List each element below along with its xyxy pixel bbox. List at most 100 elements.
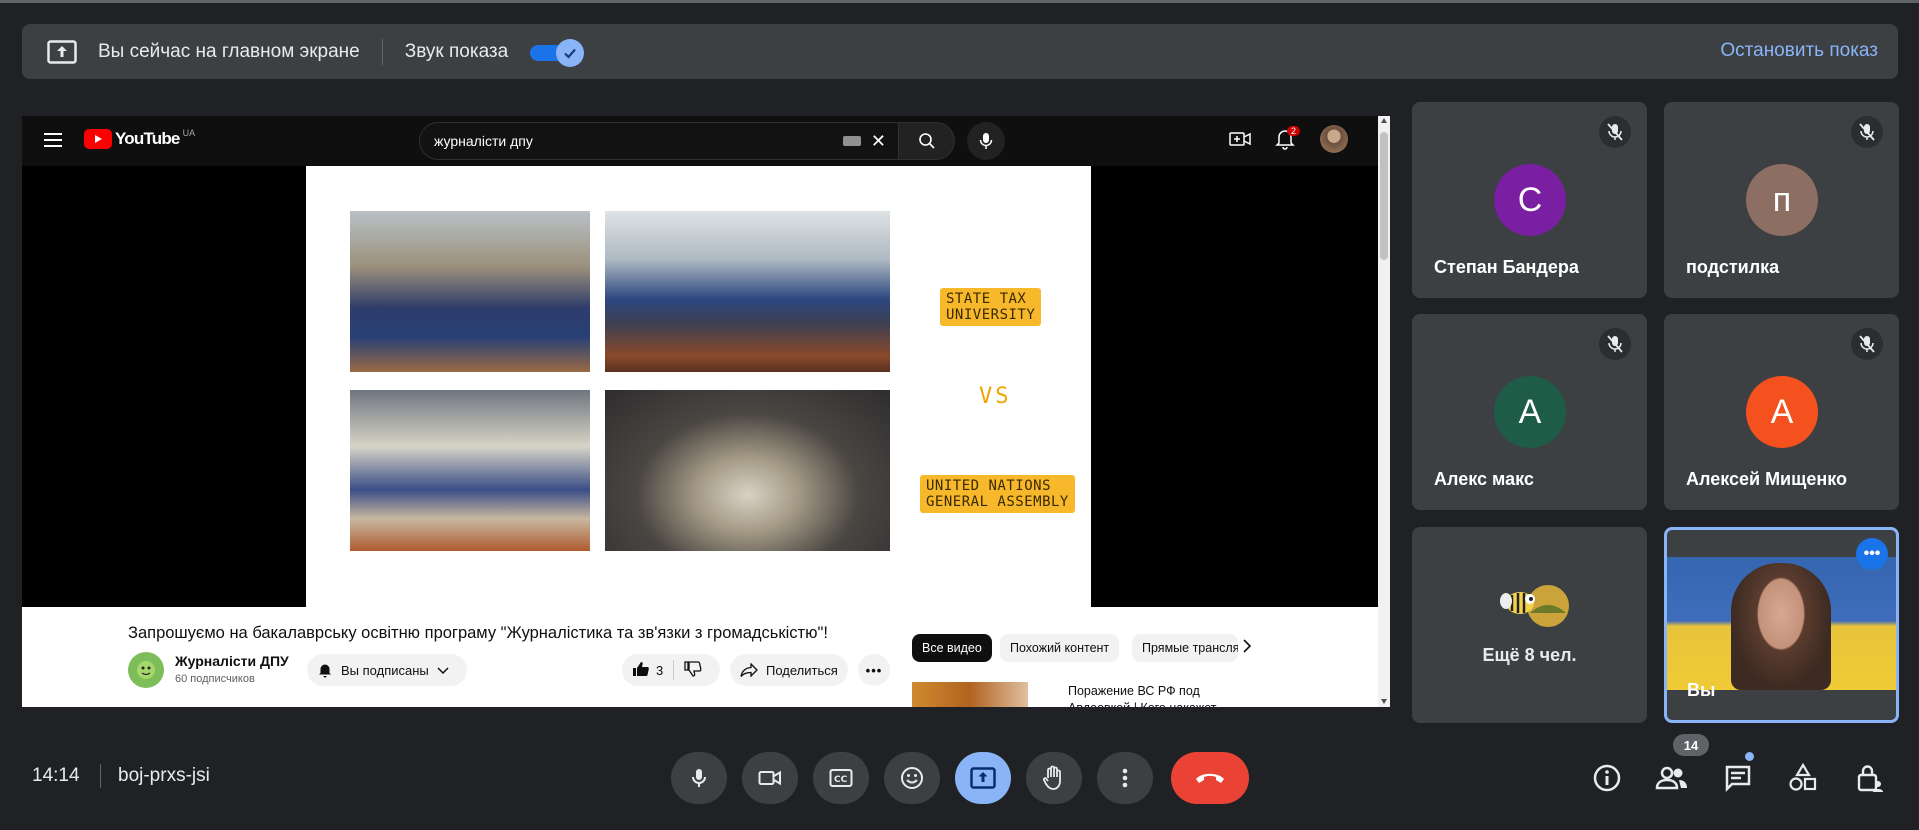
- leave-call-button[interactable]: [1171, 752, 1249, 804]
- like-count: 3: [656, 662, 664, 678]
- youtube-country-code: UA: [182, 128, 196, 138]
- share-audio-toggle[interactable]: [530, 38, 585, 67]
- people-icon: [1655, 766, 1687, 790]
- share-label: Поделиться: [766, 662, 838, 678]
- youtube-wordmark: YouTube: [115, 129, 180, 148]
- slide-photo-un-assembly: [605, 390, 890, 551]
- participant-avatar: А: [1746, 376, 1818, 448]
- create-video-icon[interactable]: [1229, 130, 1251, 153]
- participant-name: Алекс макс: [1434, 469, 1534, 489]
- participant-name: Степан Бандера: [1434, 257, 1579, 277]
- slide-tag-university: STATE TAX UNIVERSITY: [940, 288, 1042, 326]
- youtube-play-icon: [84, 129, 112, 149]
- chat-button[interactable]: [1720, 760, 1756, 796]
- participant-tile[interactable]: п подстилка: [1664, 102, 1899, 298]
- like-button[interactable]: [632, 661, 650, 680]
- present-screen-icon: [46, 39, 78, 65]
- like-dislike-group: 3: [622, 654, 720, 686]
- participant-tile[interactable]: А Алекс макс: [1412, 314, 1647, 510]
- activities-button[interactable]: [1785, 760, 1821, 796]
- presenting-banner: Вы сейчас на главном экране Звук показа …: [22, 24, 1898, 79]
- youtube-logo[interactable]: YouTube UA: [84, 128, 196, 149]
- self-name-label: Вы: [1687, 680, 1716, 700]
- scroll-up-arrow-icon[interactable]: [1381, 118, 1387, 123]
- microphone-button[interactable]: [671, 752, 727, 804]
- notification-badge: 2: [1287, 126, 1301, 136]
- stop-presenting-button[interactable]: Остановить показ: [1720, 40, 1878, 62]
- voice-search-button[interactable]: [967, 122, 1005, 160]
- microphone-icon: [979, 133, 993, 149]
- muted-mic-icon: [1851, 116, 1883, 148]
- activities-shapes-icon: [1789, 763, 1817, 791]
- youtube-search-input[interactable]: журналісти дпу ✕: [419, 122, 899, 160]
- chevron-down-icon: [437, 663, 449, 678]
- search-icon: [918, 133, 935, 149]
- people-button[interactable]: [1654, 760, 1690, 796]
- svg-text:CC: CC: [834, 775, 848, 785]
- slide-photo-auditorium: [350, 390, 590, 551]
- self-camera-video: [1667, 557, 1896, 690]
- raise-hand-button[interactable]: [1026, 752, 1082, 804]
- recommended-video-thumbnail[interactable]: [912, 682, 1028, 707]
- emoji-icon: [901, 767, 923, 789]
- youtube-account-avatar[interactable]: [1320, 125, 1348, 153]
- participant-tile[interactable]: С Степан Бандера: [1412, 102, 1647, 298]
- subscriber-count: 60 подписчиков: [175, 673, 255, 685]
- slide-photo-meeting-room: [605, 211, 890, 372]
- keyboard-icon[interactable]: [842, 136, 861, 146]
- more-options-button[interactable]: [1097, 752, 1153, 804]
- reactions-button[interactable]: [884, 752, 940, 804]
- search-button[interactable]: [899, 122, 955, 160]
- thumbs-up-icon: [633, 661, 649, 676]
- bell-ringing-icon: [319, 664, 331, 678]
- self-view-tile[interactable]: ••• Вы: [1664, 527, 1899, 723]
- more-participants-tile[interactable]: Ещё 8 чел.: [1412, 527, 1647, 723]
- recommended-video-title[interactable]: Поражение ВС РФ под Авдеевкой | Кого нак…: [1068, 683, 1248, 707]
- more-vertical-icon: [1122, 768, 1128, 788]
- more-horizontal-icon: •••: [865, 662, 883, 678]
- host-controls-button[interactable]: [1852, 760, 1888, 796]
- raise-hand-icon: [1043, 765, 1061, 790]
- youtube-header: YouTube UA журналісти дпу ✕ 2: [22, 116, 1378, 166]
- video-camera-icon: [758, 770, 781, 786]
- meeting-code: boj-prxs-jsi: [118, 765, 210, 786]
- page-scrollbar[interactable]: [1378, 116, 1390, 707]
- hamburger-menu-icon[interactable]: [44, 133, 62, 147]
- chip-related[interactable]: Похожий контент: [1000, 634, 1120, 662]
- video-title: Запрошуємо на бакалаврську освітню прогр…: [128, 624, 828, 642]
- camera-button[interactable]: [742, 752, 798, 804]
- participant-tile[interactable]: А Алексей Мищенко: [1664, 314, 1899, 510]
- scrollbar-thumb[interactable]: [1380, 132, 1388, 260]
- participant-avatar: п: [1746, 164, 1818, 236]
- more-participants-label: Ещё 8 чел.: [1482, 645, 1577, 665]
- clear-search-icon[interactable]: ✕: [871, 131, 886, 152]
- subscribed-button[interactable]: Вы подписаны: [307, 654, 467, 686]
- video-player[interactable]: STATE TAX UNIVERSITY VS UNITED NATIONS G…: [22, 166, 1378, 607]
- hang-up-icon: [1196, 773, 1224, 783]
- more-actions-button[interactable]: •••: [858, 654, 890, 686]
- notifications-button[interactable]: 2: [1275, 126, 1301, 155]
- participant-avatar: А: [1494, 376, 1566, 448]
- chevron-right-icon[interactable]: [1242, 639, 1252, 658]
- shared-screen: YouTube UA журналісти дпу ✕ 2 STATE TAX …: [22, 116, 1390, 707]
- more-participants-avatars: [1488, 579, 1578, 633]
- bottom-divider: [100, 764, 101, 788]
- chip-live[interactable]: Прямые трансляции: [1132, 634, 1238, 662]
- channel-avatar[interactable]: [128, 652, 164, 688]
- video-details: Запрошуємо на бакалаврську освітню прогр…: [22, 607, 1378, 707]
- captions-button[interactable]: CC: [813, 752, 869, 804]
- more-options-icon[interactable]: •••: [1856, 538, 1888, 570]
- chip-all-videos[interactable]: Все видео: [912, 634, 992, 662]
- participant-name: подстилка: [1686, 257, 1780, 277]
- scroll-down-arrow-icon[interactable]: [1381, 699, 1387, 704]
- present-now-button[interactable]: [955, 752, 1011, 804]
- self-person: [1731, 563, 1831, 690]
- chat-icon: [1725, 765, 1751, 792]
- share-button[interactable]: Поделиться: [730, 654, 848, 686]
- meeting-details-button[interactable]: [1589, 760, 1625, 796]
- dislike-button[interactable]: [684, 660, 702, 680]
- participant-count-badge: 14: [1673, 734, 1709, 756]
- check-icon: [556, 38, 585, 67]
- channel-name[interactable]: Журналісти ДПУ: [175, 653, 289, 669]
- muted-mic-icon: [1599, 328, 1631, 360]
